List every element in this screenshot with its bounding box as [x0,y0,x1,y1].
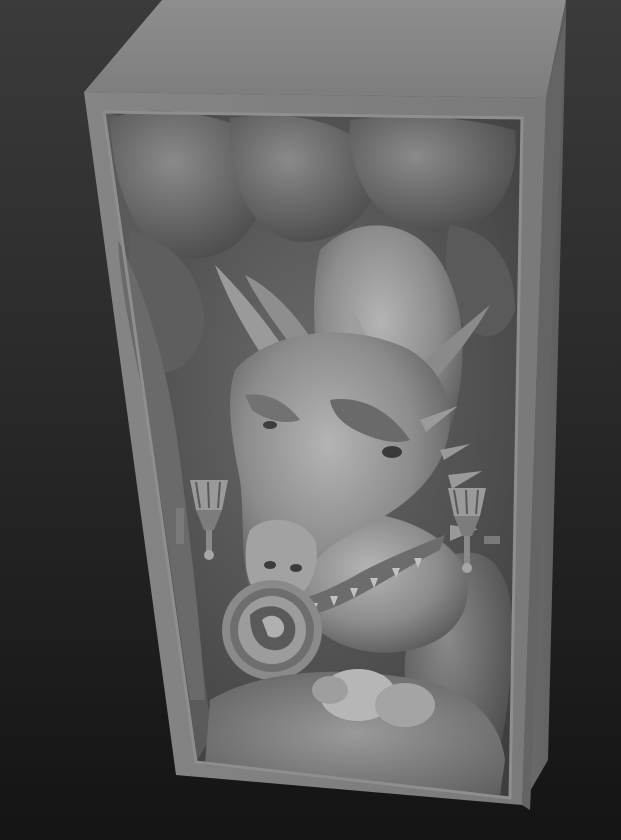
sculpt-viewport [0,0,621,840]
shield-emblem-icon [222,580,322,680]
box-top-face [84,0,566,98]
diorama-render [84,0,566,810]
